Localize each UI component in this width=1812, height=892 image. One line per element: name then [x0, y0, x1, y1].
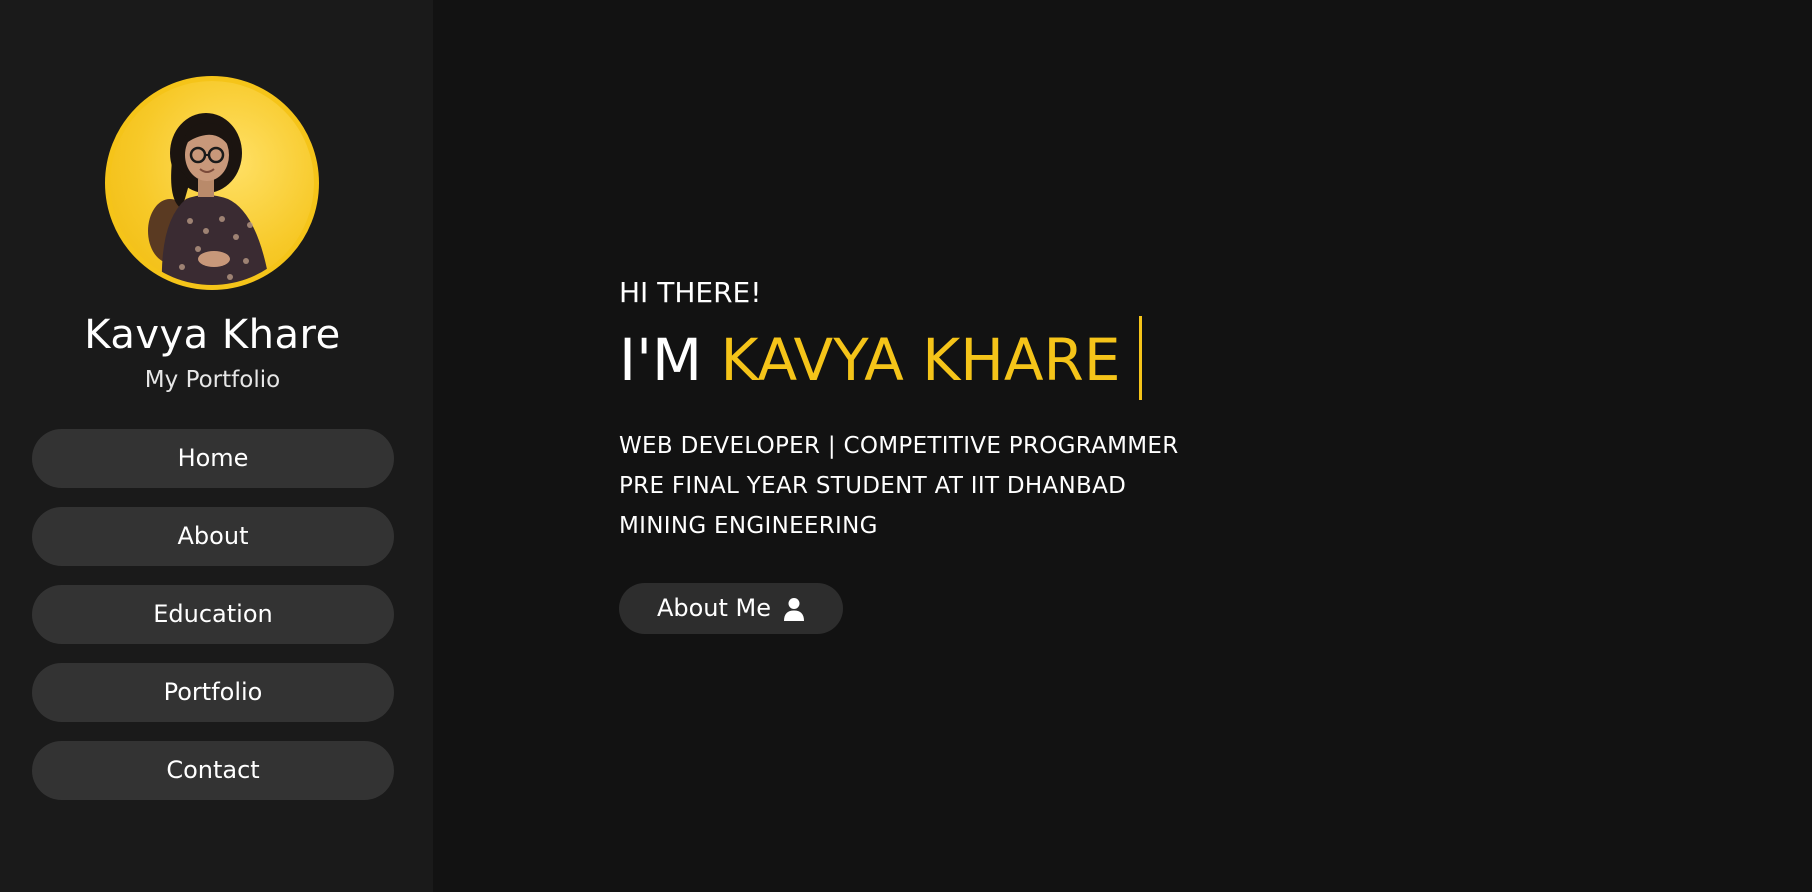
- about-me-label: About Me: [656, 594, 772, 622]
- nav-item-about[interactable]: About: [32, 507, 394, 566]
- role-line: PRE FINAL YEAR STUDENT AT IIT DHANBAD: [619, 472, 1127, 499]
- sidebar-nav: Home About Education Portfolio Contact: [32, 429, 394, 819]
- user-icon: [784, 597, 805, 621]
- role-line: WEB DEVELOPER | COMPETITIVE PROGRAMMER: [619, 432, 1179, 459]
- nav-item-portfolio[interactable]: Portfolio: [32, 663, 394, 722]
- profile-avatar: [105, 76, 319, 290]
- hero-greeting: HI THERE!: [619, 276, 762, 309]
- about-me-button[interactable]: About Me: [619, 583, 843, 634]
- nav-item-home[interactable]: Home: [32, 429, 394, 488]
- nav-item-contact[interactable]: Contact: [32, 741, 394, 800]
- profile-photo: [148, 113, 270, 285]
- profile-tagline: My Portfolio: [144, 367, 281, 393]
- page: Kavya Khare My Portfolio Home About Educ…: [0, 0, 1812, 892]
- hero-headline: I'M KAVYA KHARE: [619, 315, 1519, 406]
- headline-prefix: I'M: [619, 326, 721, 394]
- hero-roles: WEB DEVELOPER | COMPETITIVE PROGRAMMER P…: [619, 426, 1519, 546]
- typing-cursor: [1138, 315, 1142, 400]
- sidebar: Kavya Khare My Portfolio Home About Educ…: [0, 0, 433, 892]
- role-line: MINING ENGINEERING: [619, 512, 878, 539]
- headline-name: KAVYA KHARE: [720, 326, 1121, 394]
- profile-name: Kavya Khare: [84, 312, 341, 358]
- hero-section: HI THERE! I'M KAVYA KHARE WEB DEVELOPER …: [619, 270, 1519, 634]
- nav-item-education[interactable]: Education: [32, 585, 394, 644]
